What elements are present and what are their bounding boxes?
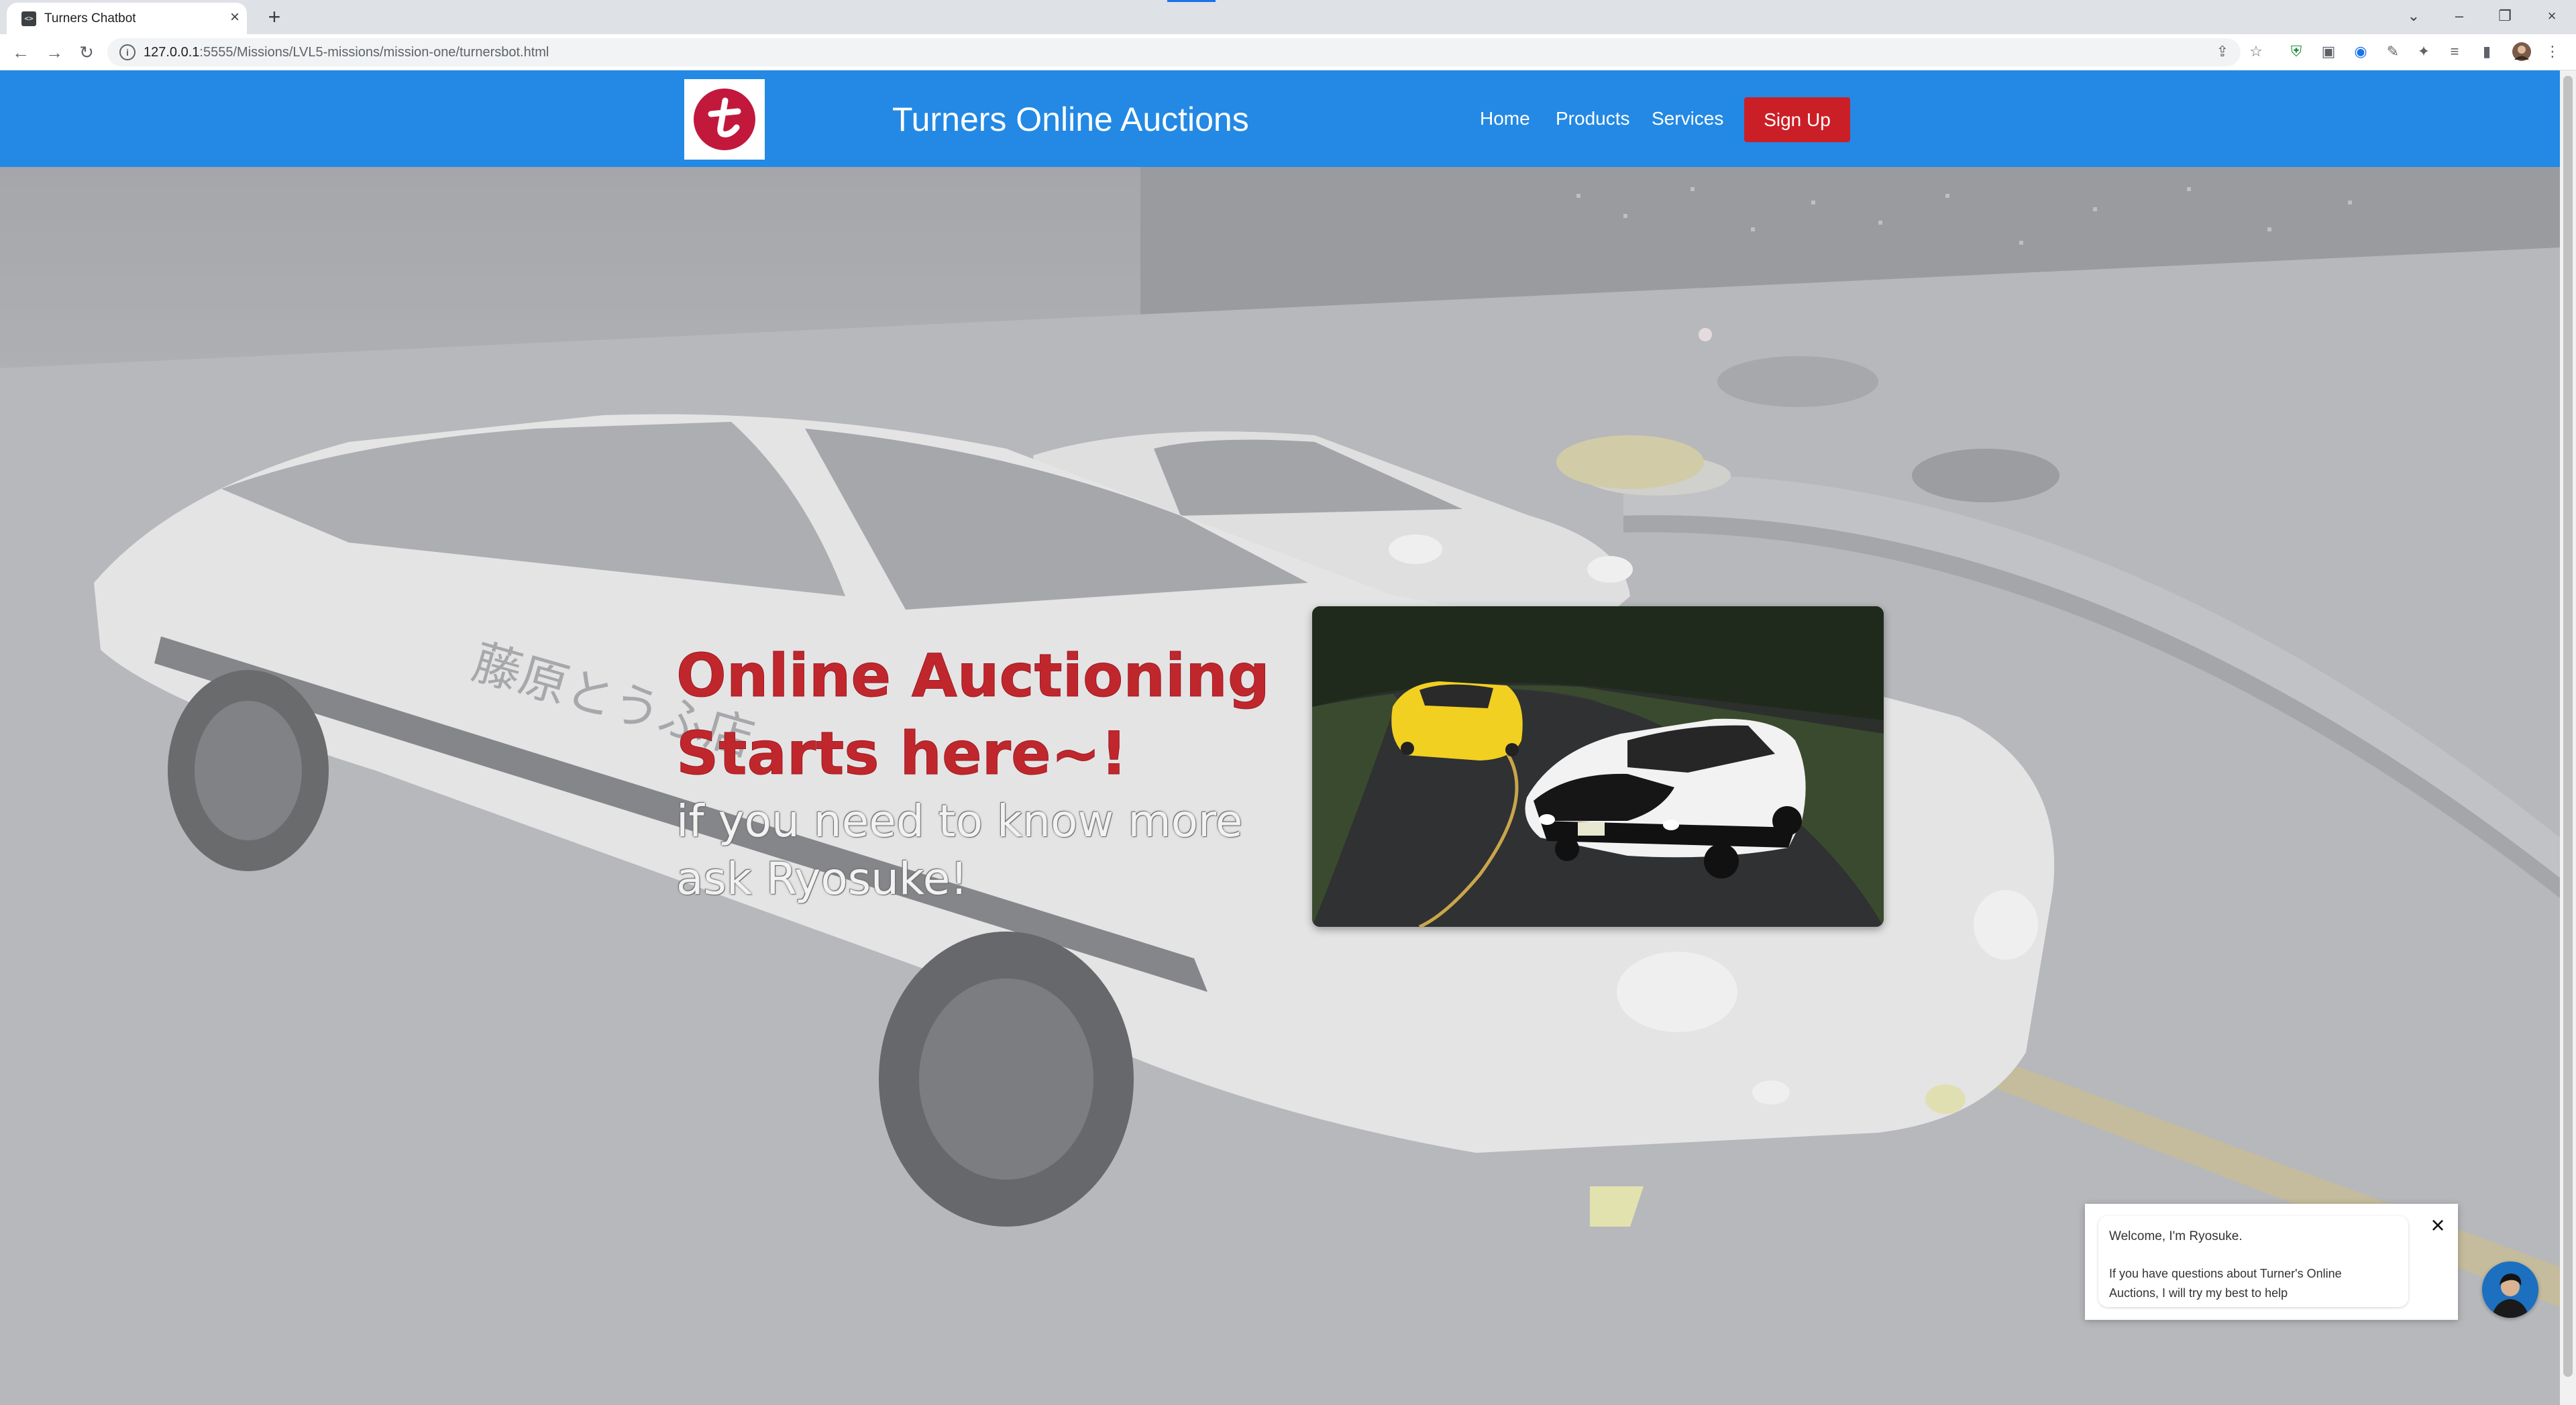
chat-greeting: Welcome, I'm Ryosuke.: [2109, 1229, 2243, 1243]
hero-headline: Online Auctioning Starts here~! if you n…: [676, 637, 1307, 908]
nav-home-link[interactable]: Home: [1480, 108, 1530, 129]
browser-tabstrip: <> Turners Chatbot × + ⌄ – ❐ ×: [0, 0, 2576, 34]
close-tab-icon[interactable]: ×: [225, 8, 244, 27]
shield-extension-icon[interactable]: ⛨: [2286, 42, 2306, 62]
chatbot-avatar-button[interactable]: [2482, 1261, 2538, 1318]
webpage: Turners Online Auctions Home Products Se…: [0, 70, 2560, 1405]
scrollbar-thumb[interactable]: [2563, 76, 2573, 1377]
site-navbar: Turners Online Auctions Home Products Se…: [0, 70, 2560, 167]
loading-indicator: [1167, 0, 1216, 2]
minimize-icon[interactable]: –: [2446, 4, 2473, 28]
chat-message-bubble: Welcome, I'm Ryosuke. If you have questi…: [2098, 1216, 2408, 1307]
hero-car-photo: [1312, 606, 1884, 927]
extension-k-icon[interactable]: ▣: [2318, 42, 2339, 62]
restore-icon[interactable]: ❐: [2491, 4, 2518, 28]
address-bar[interactable]: i 127.0.0.1:5555/Missions/LVL5-missions/…: [107, 38, 2241, 66]
tab-search-icon[interactable]: ⌄: [2400, 4, 2427, 28]
url-host: 127.0.0.1: [144, 45, 200, 60]
side-panel-icon[interactable]: ▮: [2477, 42, 2497, 62]
hero-title-line-1: Online Auctioning: [676, 641, 1271, 711]
chatbot-popup: Welcome, I'm Ryosuke. If you have questi…: [2085, 1204, 2458, 1320]
profile-avatar-icon[interactable]: [2512, 42, 2532, 62]
site-info-icon[interactable]: i: [119, 44, 136, 60]
extensions-puzzle-icon[interactable]: ✦: [2414, 42, 2434, 62]
chat-message: If you have questions about Turner's Onl…: [2109, 1267, 2342, 1300]
hero-subtitle-line-1: if you need to know more: [676, 795, 1243, 847]
nav-services-link[interactable]: Services: [1652, 108, 1723, 129]
tab-title: Turners Chatbot: [44, 11, 136, 25]
reload-icon[interactable]: ↻: [74, 40, 99, 65]
ryosuke-avatar-icon: [2482, 1261, 2538, 1318]
signup-button[interactable]: Sign Up: [1744, 97, 1850, 142]
site-brand-title: Turners Online Auctions: [892, 101, 1249, 138]
forward-icon[interactable]: →: [42, 40, 67, 65]
pen-extension-icon[interactable]: ✎: [2383, 42, 2403, 62]
hero-title-line-2: Starts here~!: [676, 719, 1128, 789]
page-scrollbar[interactable]: [2560, 70, 2576, 1405]
code-icon: <>: [21, 11, 36, 26]
logo-icon: [694, 89, 755, 150]
share-icon[interactable]: ⇪: [2212, 42, 2233, 62]
url-text: 127.0.0.1:5555/Missions/LVL5-missions/mi…: [144, 45, 549, 60]
site-logo[interactable]: [684, 79, 765, 160]
bookmark-star-icon[interactable]: ☆: [2246, 42, 2266, 62]
extension-blue-icon[interactable]: ◉: [2351, 42, 2371, 62]
back-icon[interactable]: ←: [8, 40, 34, 65]
browser-toolbar: ← → ↻ i 127.0.0.1:5555/Missions/LVL5-mis…: [0, 34, 2576, 70]
hero-subtitle-line-2: ask Ryosuke!: [676, 853, 968, 905]
url-path: :5555/Missions/LVL5-missions/mission-one…: [199, 45, 549, 60]
reading-list-icon[interactable]: ≡: [2445, 42, 2465, 62]
close-chat-icon[interactable]: ×: [2426, 1213, 2450, 1237]
new-tab-button[interactable]: +: [262, 4, 287, 30]
nav-products-link[interactable]: Products: [1556, 108, 1630, 129]
browser-tab[interactable]: <> Turners Chatbot ×: [7, 3, 247, 34]
window-close-icon[interactable]: ×: [2538, 4, 2565, 28]
browser-menu-icon[interactable]: ⋮: [2542, 42, 2563, 62]
